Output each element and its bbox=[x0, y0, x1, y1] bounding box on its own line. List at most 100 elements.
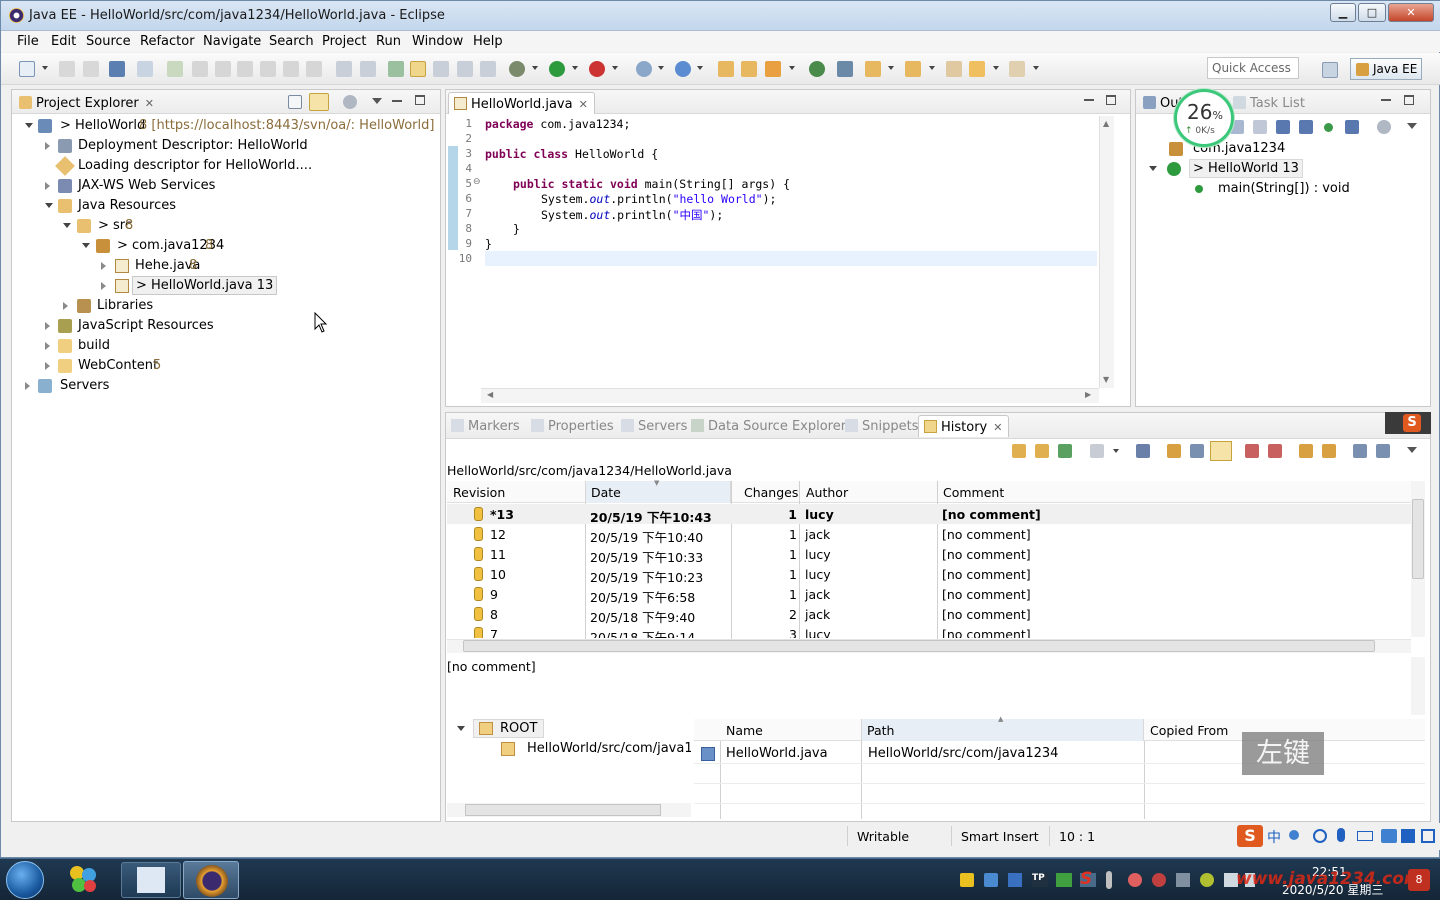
get-all-icon[interactable] bbox=[1322, 444, 1336, 458]
scroll-up-icon[interactable]: ▲ bbox=[1103, 119, 1109, 128]
show-whitespace-icon[interactable] bbox=[433, 61, 449, 77]
next-annotation-icon[interactable] bbox=[865, 61, 881, 77]
history-row[interactable]: 12 20/5/19 下午10:40 1 jack [no comment] bbox=[447, 524, 1411, 544]
code-line-3[interactable]: public class HelloWorld { bbox=[485, 147, 658, 161]
code-line-6[interactable]: System.out.println("hello World"); bbox=[541, 192, 776, 206]
table-icon[interactable] bbox=[1190, 444, 1204, 458]
scroll-thumb[interactable] bbox=[463, 640, 1375, 652]
pin-icon[interactable] bbox=[1058, 444, 1072, 458]
filter-dropdown-icon[interactable] bbox=[1113, 449, 1119, 453]
open-perspective-icon[interactable] bbox=[1322, 62, 1338, 78]
save-icon[interactable] bbox=[59, 61, 75, 77]
debug-dropdown-icon[interactable] bbox=[532, 66, 538, 70]
start-button[interactable] bbox=[6, 861, 44, 899]
code-line-5[interactable]: public static void main(String[] args) { bbox=[513, 177, 790, 191]
search-dropdown-icon[interactable] bbox=[789, 66, 795, 70]
menu-source[interactable]: Source bbox=[86, 34, 131, 49]
tree-item-folder[interactable]: HelloWorld/src/com/java123 bbox=[501, 739, 691, 759]
expand-toggle-icon[interactable] bbox=[101, 282, 106, 290]
expand-toggle-icon[interactable] bbox=[63, 223, 71, 228]
scroll-down-icon[interactable]: ▼ bbox=[1103, 375, 1109, 384]
network-meter[interactable]: 26% ↑ 0K/s bbox=[1174, 89, 1234, 147]
terminate-icon[interactable] bbox=[215, 61, 231, 77]
run-icon[interactable] bbox=[549, 61, 565, 77]
ime-floating-toolbar[interactable]: S bbox=[1385, 412, 1431, 434]
grid-icon[interactable] bbox=[1421, 829, 1435, 843]
search-icon[interactable] bbox=[765, 61, 781, 77]
maximize-button[interactable]: □ bbox=[1358, 3, 1386, 22]
save-all-icon[interactable] bbox=[83, 61, 99, 77]
server-dropdown-icon[interactable] bbox=[658, 66, 664, 70]
close-tab-icon[interactable]: ✕ bbox=[145, 97, 154, 110]
sogou-ime-icon[interactable]: S bbox=[1237, 825, 1263, 847]
local-icon[interactable] bbox=[1268, 444, 1282, 458]
minimize-button[interactable]: ▁ bbox=[1330, 3, 1356, 22]
step-into-icon[interactable] bbox=[260, 61, 276, 77]
editor-vertical-scrollbar[interactable] bbox=[1099, 116, 1114, 388]
menu-project[interactable]: Project bbox=[322, 34, 366, 49]
menu-run[interactable]: Run bbox=[376, 34, 401, 49]
hide-local-types-icon[interactable] bbox=[1345, 120, 1359, 134]
maximize-editor-icon[interactable] bbox=[1106, 95, 1116, 105]
column-copied-from[interactable]: Copied From bbox=[1150, 723, 1228, 738]
hide-static-icon[interactable] bbox=[1299, 120, 1313, 134]
new-server-icon[interactable] bbox=[636, 61, 652, 77]
menu-search[interactable]: Search bbox=[269, 34, 314, 49]
prev-annotation-dropdown-icon[interactable] bbox=[929, 66, 935, 70]
scroll-thumb[interactable] bbox=[465, 804, 661, 816]
tab-history[interactable]: History ✕ bbox=[918, 415, 1010, 437]
expand-toggle-icon[interactable] bbox=[25, 123, 33, 128]
punctuation-icon[interactable] bbox=[1289, 830, 1299, 840]
keyboard-icon[interactable] bbox=[1357, 831, 1373, 841]
tray-usb-icon[interactable] bbox=[1176, 873, 1190, 887]
perspective-java-ee[interactable]: Java EE bbox=[1350, 58, 1422, 80]
block-selection-icon[interactable] bbox=[457, 61, 473, 77]
toggle-mark-icon[interactable] bbox=[388, 61, 404, 77]
history-row[interactable]: 11 20/5/19 下午10:33 1 lucy [no comment] bbox=[447, 544, 1411, 564]
taskbar-app-media[interactable] bbox=[121, 862, 181, 898]
link-with-editor-icon[interactable] bbox=[309, 93, 329, 111]
tab-snippets[interactable]: Snippets bbox=[840, 415, 924, 437]
tray-cube-icon[interactable] bbox=[1008, 873, 1022, 887]
scroll-right-icon[interactable]: ▶ bbox=[1085, 390, 1091, 399]
minimize-view-icon[interactable] bbox=[1381, 99, 1391, 101]
tray-update-icon[interactable] bbox=[1200, 873, 1214, 887]
step-return-icon[interactable] bbox=[306, 61, 322, 77]
sync-icon[interactable] bbox=[837, 61, 853, 77]
column-name[interactable]: Name bbox=[726, 723, 763, 738]
expand-toggle-icon[interactable] bbox=[45, 362, 50, 370]
expand-toggle-icon[interactable] bbox=[1149, 166, 1157, 171]
history-row[interactable]: 9 20/5/19 下午6:58 1 jack [no comment] bbox=[447, 584, 1411, 604]
code-line-9[interactable]: } bbox=[485, 237, 492, 251]
tab-helloworld-java[interactable]: HelloWorld.java ✕ bbox=[448, 92, 595, 114]
run-dropdown-icon[interactable] bbox=[572, 66, 578, 70]
remote-icon[interactable] bbox=[1245, 444, 1259, 458]
minimize-view-icon[interactable] bbox=[392, 100, 402, 102]
next-annotation-dropdown-icon[interactable] bbox=[888, 66, 894, 70]
back-icon[interactable] bbox=[969, 61, 985, 77]
emoji-icon[interactable] bbox=[1313, 829, 1327, 843]
quick-access-input[interactable]: Quick Access bbox=[1207, 57, 1299, 79]
tab-project-explorer[interactable]: Project Explorer ✕ bbox=[14, 92, 160, 114]
scroll-left-icon[interactable]: ◀ bbox=[487, 390, 493, 399]
java-class-dropdown-icon[interactable] bbox=[697, 66, 703, 70]
tray-shield-icon[interactable] bbox=[1152, 873, 1166, 887]
menu-window[interactable]: Window bbox=[412, 34, 463, 49]
filter-icon[interactable] bbox=[1090, 444, 1104, 458]
taskbar-app-eclipse-active[interactable] bbox=[183, 861, 239, 899]
resume-icon[interactable] bbox=[167, 61, 183, 77]
refresh-icon[interactable] bbox=[1012, 444, 1026, 458]
history-row[interactable]: *13 20/5/19 下午10:43 1 lucy [no comment] bbox=[447, 504, 1411, 524]
history-row[interactable]: 7 20/5/18 下午9:14 3 lucy [no comment] bbox=[447, 624, 1411, 638]
expand-toggle-icon[interactable] bbox=[45, 342, 50, 350]
debug-icon[interactable] bbox=[509, 61, 525, 77]
editor-horizontal-scrollbar[interactable] bbox=[481, 388, 1099, 403]
history-row[interactable]: 10 20/5/19 下午10:23 1 lucy [no comment] bbox=[447, 564, 1411, 584]
open-web-browser-icon[interactable] bbox=[809, 61, 825, 77]
hide-fields-icon[interactable] bbox=[1276, 120, 1290, 134]
microphone-icon[interactable] bbox=[1337, 828, 1345, 842]
expand-toggle-icon[interactable] bbox=[45, 182, 50, 190]
group-icon[interactable] bbox=[1167, 444, 1181, 458]
expand-toggle-icon[interactable] bbox=[457, 726, 465, 731]
last-edit-location-icon[interactable] bbox=[946, 61, 962, 77]
